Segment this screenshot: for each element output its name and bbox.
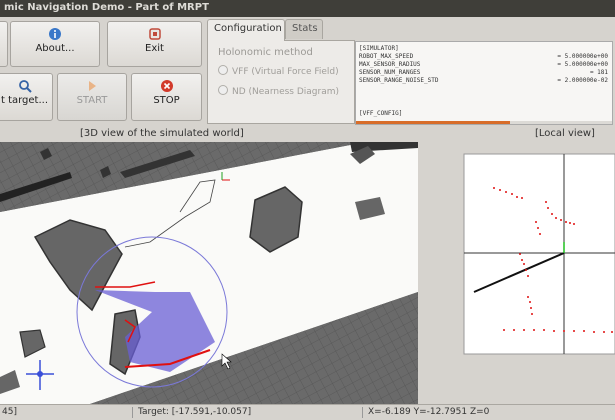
config-progress-bar (356, 121, 612, 124)
main-view-label: [3D view of the simulated world] (80, 128, 244, 139)
status-target: Target: [-17.591,-10.057] (138, 407, 252, 417)
config-line: MAX_SENSOR_RADIUS (359, 61, 421, 68)
settings-panel: Configuration Stats Holonomic method VFF… (205, 17, 615, 126)
play-icon (89, 81, 96, 91)
config-progress-fill (356, 121, 510, 124)
config-text-area[interactable]: [SIMULATOR] ROBOT_MAX_SPEED = 5.000000e+… (355, 41, 613, 125)
magnifier-icon (18, 80, 32, 93)
start-button-label: START (76, 95, 108, 106)
config-value: = 2.000000e-02 (557, 77, 608, 84)
title-bar: mic Navigation Demo - Part of MRPT (0, 0, 615, 17)
radio-nd-label: ND (Nearness Diagram) (232, 87, 339, 97)
set-target-button[interactable]: t target... (0, 73, 53, 121)
config-line: [SIMULATOR] (359, 45, 399, 52)
config-value: = 5.000000e+00 (557, 61, 608, 68)
status-bar: 45] Target: [-17.591,-10.057] X=-6.189 Y… (0, 404, 615, 420)
tab-stats-label: Stats (292, 23, 318, 34)
holonomic-method-title: Holonomic method (218, 47, 313, 58)
start-button[interactable]: START (57, 73, 127, 121)
stop-icon (160, 80, 173, 92)
set-target-button-label: t target... (0, 95, 49, 106)
info-icon (49, 28, 61, 40)
local-view[interactable] (418, 142, 615, 404)
config-line: [VFF_CONFIG] (359, 110, 403, 117)
config-line: SENSOR_RANGE_NOISE_STD (359, 77, 439, 84)
tab-configuration-label: Configuration (214, 23, 282, 34)
status-left: 45] (2, 407, 17, 417)
configuration-tab-panel: Holonomic method VFF (Virtual Force Fiel… (207, 40, 355, 124)
radio-vff-label: VFF (Virtual Force Field) (232, 67, 339, 77)
config-value: = 181 (589, 69, 608, 76)
exit-button-label: Exit (145, 43, 164, 54)
status-coords: X=-6.189 Y=-12.7951 Z=0 (368, 407, 490, 417)
toolbar: About... Exit t target... START STOP (0, 17, 205, 126)
exit-button[interactable]: Exit (107, 21, 202, 67)
stop-button[interactable]: STOP (131, 73, 202, 121)
local-view-plot (463, 153, 615, 355)
left-edge-button[interactable] (0, 21, 8, 67)
radio-nd[interactable]: ND (Nearness Diagram) (218, 85, 339, 97)
local-view-label: [Local view] (535, 128, 595, 139)
tab-stats[interactable]: Stats (285, 19, 323, 39)
stop-button-label: STOP (153, 95, 180, 106)
exit-icon (148, 28, 161, 40)
status-separator (362, 407, 363, 418)
config-line: SENSOR_NUM_RANGES (359, 69, 421, 76)
config-line: ROBOT_MAX_SPEED (359, 53, 414, 60)
tab-configuration[interactable]: Configuration (207, 19, 285, 41)
window-title: mic Navigation Demo - Part of MRPT (4, 2, 209, 13)
config-value: = 5.000000e+00 (557, 53, 608, 60)
status-separator (132, 407, 133, 418)
world-3d-canvas[interactable] (0, 142, 418, 404)
about-button-label: About... (35, 43, 75, 54)
radio-nd-indicator[interactable] (218, 85, 228, 95)
world-3d-view[interactable] (0, 142, 418, 404)
radio-vff[interactable]: VFF (Virtual Force Field) (218, 65, 339, 77)
radio-vff-indicator[interactable] (218, 65, 228, 75)
local-view-canvas[interactable] (418, 142, 615, 404)
about-button[interactable]: About... (10, 21, 100, 67)
